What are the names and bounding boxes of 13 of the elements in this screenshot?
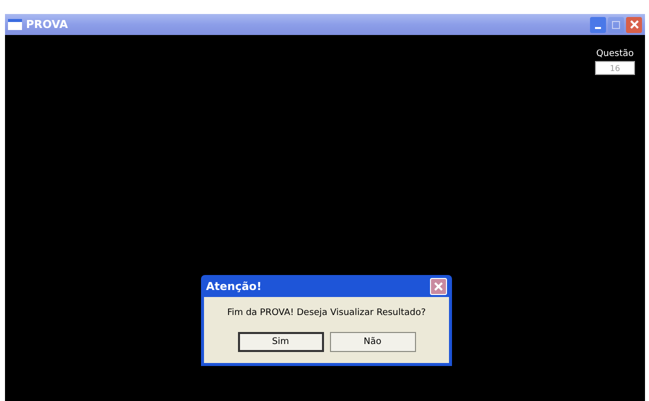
minimize-icon <box>595 26 601 28</box>
window-icon <box>8 19 22 30</box>
dialog-message: Fim da PROVA! Deseja Visualizar Resultado? <box>227 308 426 318</box>
maximize-icon <box>612 20 620 28</box>
question-label: Questão <box>596 49 634 59</box>
window-title: PROVA <box>26 18 69 31</box>
dialog-button[interactable]: Não <box>330 332 416 352</box>
close-icon <box>630 20 638 29</box>
close-button[interactable] <box>626 16 642 32</box>
minimize-button[interactable] <box>590 16 606 32</box>
dialog-title: Atenção! <box>206 280 262 292</box>
close-icon <box>434 282 443 290</box>
dialog-button[interactable]: Sim <box>238 332 324 352</box>
